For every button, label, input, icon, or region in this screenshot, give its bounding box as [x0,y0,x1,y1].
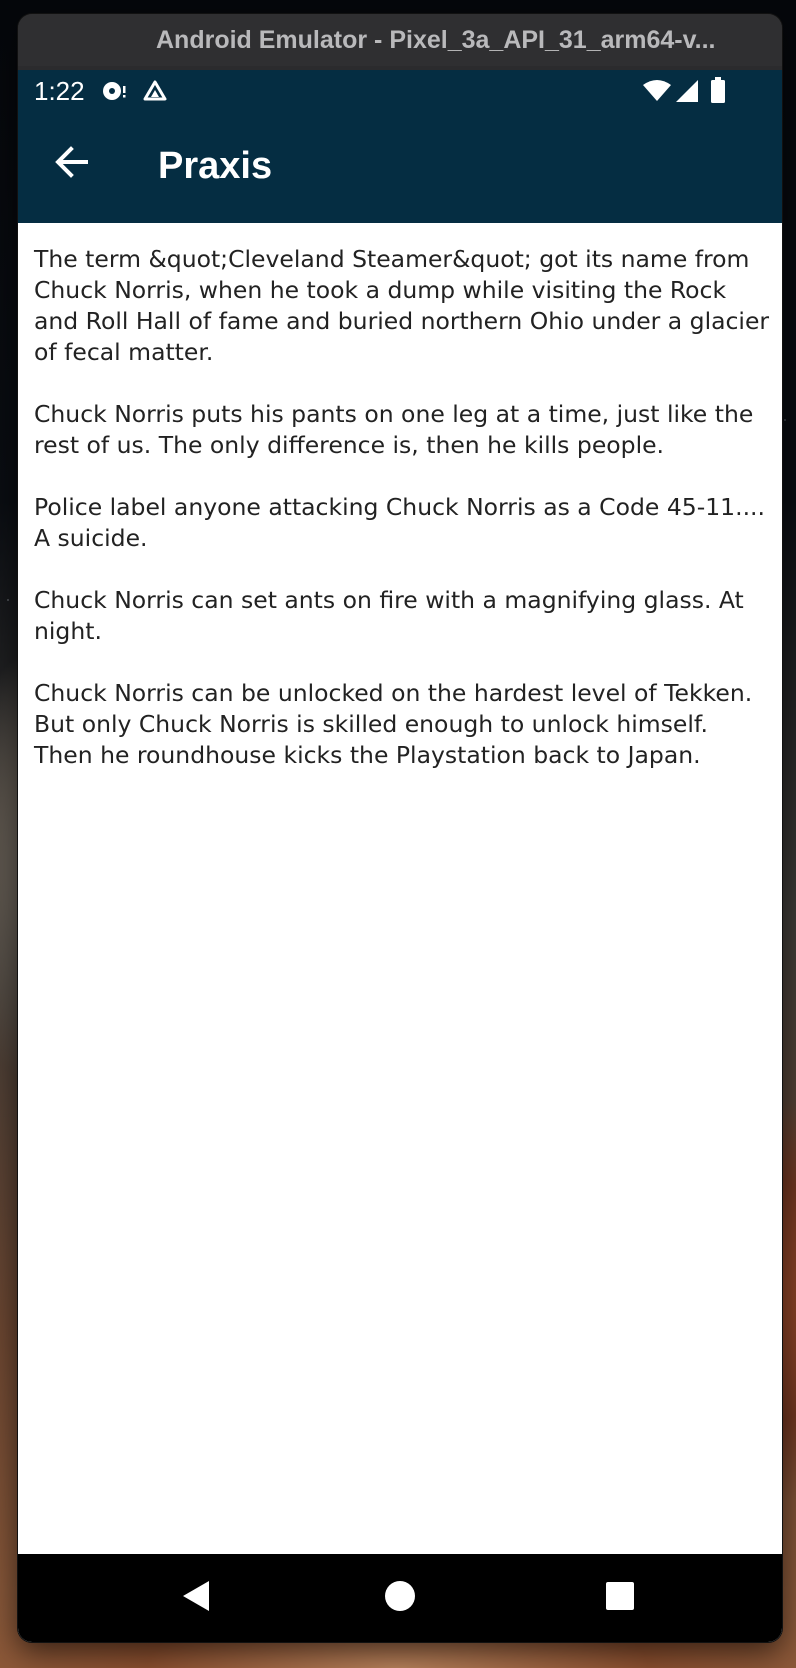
notification-icon [102,80,128,106]
app-title: Praxis [158,145,273,187]
navigation-bar [18,1554,782,1642]
window-title[interactable]: Android Emulator - Pixel_3a_API_31_arm64… [18,14,782,66]
status-bar: 1:22 [18,70,782,110]
back-button[interactable] [48,140,96,188]
arrow-back-icon [54,144,90,184]
joke-paragraph: Police label anyone attacking Chuck Norr… [34,493,765,552]
nav-home-button[interactable] [352,1554,448,1642]
joke-paragraph: Chuck Norris can be unlocked on the hard… [34,679,753,769]
content-area[interactable]: The term &quot;Cleveland Steamer&quot; g… [34,244,770,802]
back-triangle-icon [179,1579,213,1617]
joke-paragraph: Chuck Norris puts his pants on one leg a… [34,400,754,459]
signal-icon [675,79,699,107]
drive-icon [142,79,168,107]
nav-overview-button[interactable] [572,1554,668,1642]
status-time: 1:22 [34,76,85,106]
app-bar: Praxis [18,110,782,223]
device-screen: 1:22 Praxis The term &quot;Cleveland Ste… [18,70,782,1642]
overview-square-icon [605,1581,635,1615]
joke-paragraph: Chuck Norris can set ants on fire with a… [34,586,744,645]
battery-icon [710,77,726,107]
joke-paragraph: The term &quot;Cleveland Steamer&quot; g… [34,245,770,366]
home-circle-icon [384,1580,416,1616]
wifi-icon [642,79,672,107]
nav-back-button[interactable] [148,1554,244,1642]
emulator-window: Android Emulator - Pixel_3a_API_31_arm64… [18,14,782,1642]
